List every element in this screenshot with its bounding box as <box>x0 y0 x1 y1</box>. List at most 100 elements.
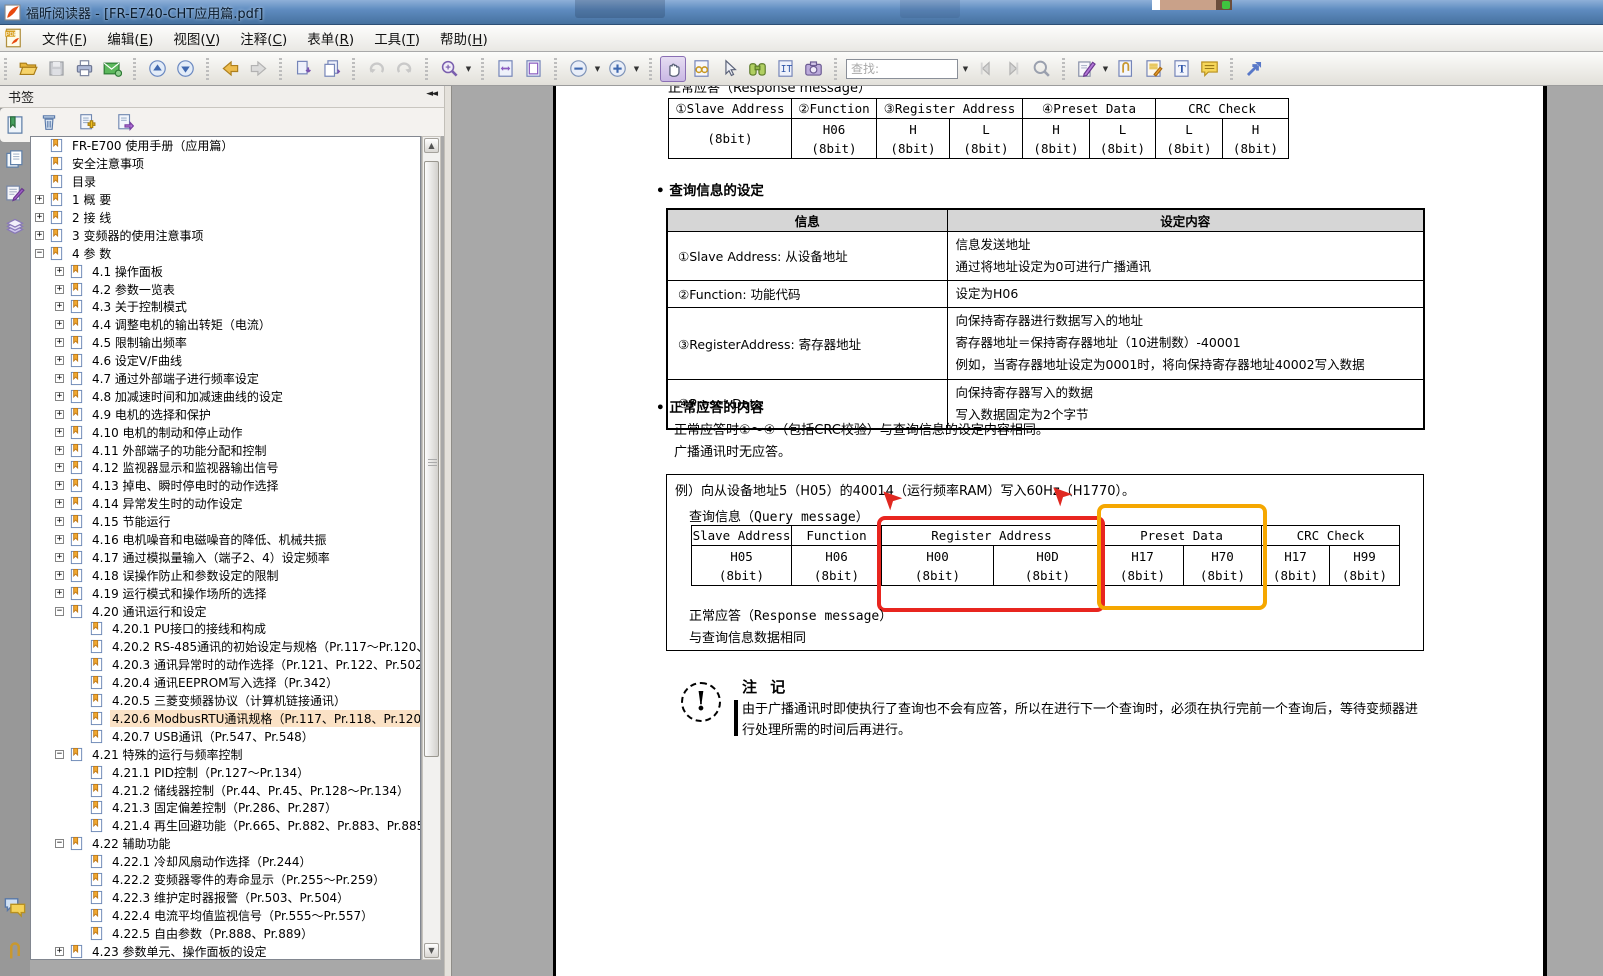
expand-icon[interactable]: + <box>55 428 64 437</box>
bookmark-item[interactable]: 4.20.1 PU接口的接线和构成 <box>31 620 420 638</box>
bookmark-item[interactable]: +4.12 监视器显示和监视器输出信号 <box>31 459 420 477</box>
bookmark-label[interactable]: 4.16 电机噪音和电磁噪音的降低、机械共振 <box>90 531 329 548</box>
bookmark-label[interactable]: 4.3 关于控制模式 <box>90 298 189 315</box>
collapse-icon[interactable]: − <box>55 750 64 759</box>
expand-icon[interactable]: + <box>55 356 64 365</box>
snapshot-icon[interactable] <box>800 56 826 82</box>
bookmark-label[interactable]: 4.2 参数一览表 <box>90 281 177 298</box>
note-icon[interactable] <box>1196 56 1222 82</box>
expand-icon[interactable]: + <box>55 499 64 508</box>
bookmark-item[interactable]: 4.21.2 储线器控制（Pr.44、Pr.45、Pr.128～Pr.134） <box>31 781 420 799</box>
bookmark-item[interactable]: +4.2 参数一览表 <box>31 280 420 298</box>
comments-panel-tab[interactable] <box>0 176 30 210</box>
expand-icon[interactable]: + <box>55 374 64 383</box>
bookmark-label[interactable]: 3 变频器的使用注意事项 <box>70 227 205 244</box>
attachments-tab[interactable] <box>0 934 30 968</box>
bookmark-label[interactable]: 4.19 运行模式和操作场所的选择 <box>90 585 269 602</box>
expand-icon[interactable]: + <box>55 338 64 347</box>
bookmark-item[interactable]: 4.22.2 变频器零件的寿命显示（Pr.255～Pr.259） <box>31 871 420 889</box>
select-text-icon[interactable]: IT <box>772 56 798 82</box>
share-icon[interactable] <box>1241 56 1267 82</box>
expand-icon[interactable]: + <box>55 481 64 490</box>
bookmark-label[interactable]: 4.22.2 变频器零件的寿命显示（Pr.255～Pr.259） <box>110 871 387 888</box>
bookmark-item[interactable]: +4.10 电机的制动和停止动作 <box>31 423 420 441</box>
bookmark-item[interactable]: −4.20 通讯运行和设定 <box>31 602 420 620</box>
zoom-out-icon[interactable] <box>565 56 591 82</box>
collapse-icon[interactable]: − <box>35 249 44 258</box>
bookmark-item[interactable]: +2 接 线 <box>31 209 420 227</box>
bookmark-item[interactable]: +4.13 掉电、瞬时停电时的动作选择 <box>31 477 420 495</box>
bookmark-item[interactable]: 安全注意事项 <box>31 155 420 173</box>
bookmark-item[interactable]: +4.16 电机噪音和电磁噪音的降低、机械共振 <box>31 531 420 549</box>
bookmark-label[interactable]: 4.8 加减速时间和加减速曲线的设定 <box>90 388 285 405</box>
bookmark-item[interactable]: FR-E700 使用手册（应用篇） <box>31 137 420 155</box>
bookmark-label[interactable]: 4.12 监视器显示和监视器输出信号 <box>90 459 281 476</box>
bookmark-label[interactable]: 4.6 设定V/F曲线 <box>90 352 184 369</box>
bookmark-item[interactable]: 4.21.4 再生回避功能（Pr.665、Pr.882、Pr.883、Pr.88… <box>31 817 420 835</box>
bookmark-label[interactable]: 4.20.5 三菱变频器协议（计算机链接通讯） <box>110 692 348 709</box>
menu-f[interactable]: 文件(F) <box>32 24 97 52</box>
expand-icon[interactable]: + <box>35 231 44 240</box>
read-mode-icon[interactable] <box>688 56 714 82</box>
bookmark-label[interactable]: 4.17 通过模拟量输入（端子2、4）设定频率 <box>90 549 332 566</box>
bookmark-item[interactable]: +4.17 通过模拟量输入（端子2、4）设定频率 <box>31 548 420 566</box>
expand-icon[interactable]: + <box>55 947 64 956</box>
expand-icon[interactable]: + <box>35 195 44 204</box>
attach-note-icon[interactable] <box>1112 56 1138 82</box>
bookmark-label[interactable]: 目录 <box>70 173 98 190</box>
bookmark-label[interactable]: 4.22.1 冷却风扇动作选择（Pr.244） <box>110 853 314 870</box>
bookmark-item[interactable]: +4.23 参数单元、操作面板的设定 <box>31 942 420 960</box>
pages-panel-tab[interactable] <box>0 142 30 176</box>
select-icon[interactable] <box>716 56 742 82</box>
bookmark-item[interactable]: +4.11 外部端子的功能分配和控制 <box>31 441 420 459</box>
bookmarks-panel-tab[interactable] <box>0 108 30 142</box>
bookmark-item[interactable]: −4.22 辅助功能 <box>31 835 420 853</box>
bookmark-item[interactable]: +4.1 操作面板 <box>31 262 420 280</box>
bookmark-label[interactable]: 4.15 节能运行 <box>90 513 173 530</box>
collapse-panel-button[interactable]: ◄◄ <box>426 89 436 99</box>
markup-pencil-icon[interactable] <box>1073 56 1099 82</box>
bookmark-label[interactable]: 4.23 参数单元、操作面板的设定 <box>90 943 269 960</box>
fit-page-icon[interactable] <box>520 56 546 82</box>
bookmark-label[interactable]: 4.5 限制输出频率 <box>90 334 189 351</box>
bookmark-item[interactable]: +4.19 运行模式和操作场所的选择 <box>31 584 420 602</box>
bookmark-item[interactable]: 4.20.3 通讯异常时的动作选择（Pr.121、Pr.122、Pr.502） <box>31 656 420 674</box>
dropdown-caret[interactable]: ▼ <box>463 56 474 82</box>
comments-list-tab[interactable] <box>0 890 30 924</box>
bookmark-label[interactable]: 4.21.3 固定偏差控制（Pr.286、Pr.287） <box>110 799 339 816</box>
bookmark-label[interactable]: 4.1 操作面板 <box>90 263 165 280</box>
email-icon[interactable] <box>99 56 125 82</box>
bookmark-item[interactable]: +4.15 节能运行 <box>31 513 420 531</box>
bookmark-item[interactable]: 4.22.3 维护定时器报警（Pr.503、Pr.504） <box>31 888 420 906</box>
bookmark-item[interactable]: − 4.21 特殊的运行与频率控制 <box>31 745 420 763</box>
bookmark-item[interactable]: +4.5 限制输出频率 <box>31 334 420 352</box>
scroll-down-arrow[interactable]: ▼ <box>424 943 439 958</box>
dropdown-caret[interactable]: ▼ <box>631 56 642 82</box>
bookmark-item[interactable]: 4.20.2 RS-485通讯的初始设定与规格（Pr.117～Pr.120、P <box>31 638 420 656</box>
dropdown-caret[interactable]: ▼ <box>1100 56 1111 82</box>
menu-t[interactable]: 工具(T) <box>364 24 430 52</box>
search-icon[interactable] <box>1028 56 1054 82</box>
bookmark-label[interactable]: 4.21 特殊的运行与频率控制 <box>90 746 245 763</box>
expand-icon[interactable]: + <box>55 589 64 598</box>
bookmark-item[interactable]: −4 参 数 <box>31 244 420 262</box>
bookmark-label[interactable]: 4.7 通过外部端子进行频率设定 <box>90 370 261 387</box>
bookmark-label[interactable]: 4.13 掉电、瞬时停电时的动作选择 <box>90 477 281 494</box>
menu-r[interactable]: 表单(R) <box>297 24 364 52</box>
fit-width-icon[interactable] <box>492 56 518 82</box>
export-bookmark-button[interactable] <box>113 110 137 134</box>
bookmark-item[interactable]: +4.14 异常发生时的动作设定 <box>31 495 420 513</box>
bookmark-label[interactable]: 4.20.2 RS-485通讯的初始设定与规格（Pr.117～Pr.120、P <box>110 638 421 655</box>
expand-icon[interactable]: + <box>55 392 64 401</box>
page-down-icon[interactable] <box>172 56 198 82</box>
bookmark-label[interactable]: 4.4 调整电机的输出转矩（电流） <box>90 316 273 333</box>
bookmark-label[interactable]: 4.20.3 通讯异常时的动作选择（Pr.121、Pr.122、Pr.502） <box>110 656 421 673</box>
bookmark-label[interactable]: 4.20.7 USB通讯（Pr.547、Pr.548） <box>110 728 316 745</box>
bookmark-label[interactable]: 4.22.3 维护定时器报警（Pr.503、Pr.504） <box>110 889 351 906</box>
expand-icon[interactable]: + <box>55 285 64 294</box>
bookmarks-scrollbar[interactable]: ▲ ▼ <box>422 136 441 960</box>
marquee-zoom-icon[interactable] <box>436 56 462 82</box>
bookmark-item[interactable]: 4.21.1 PID控制（Pr.127～Pr.134） <box>31 763 420 781</box>
expand-icon[interactable]: + <box>55 553 64 562</box>
bookmark-item[interactable]: +4.18 误操作防止和参数设定的限制 <box>31 566 420 584</box>
